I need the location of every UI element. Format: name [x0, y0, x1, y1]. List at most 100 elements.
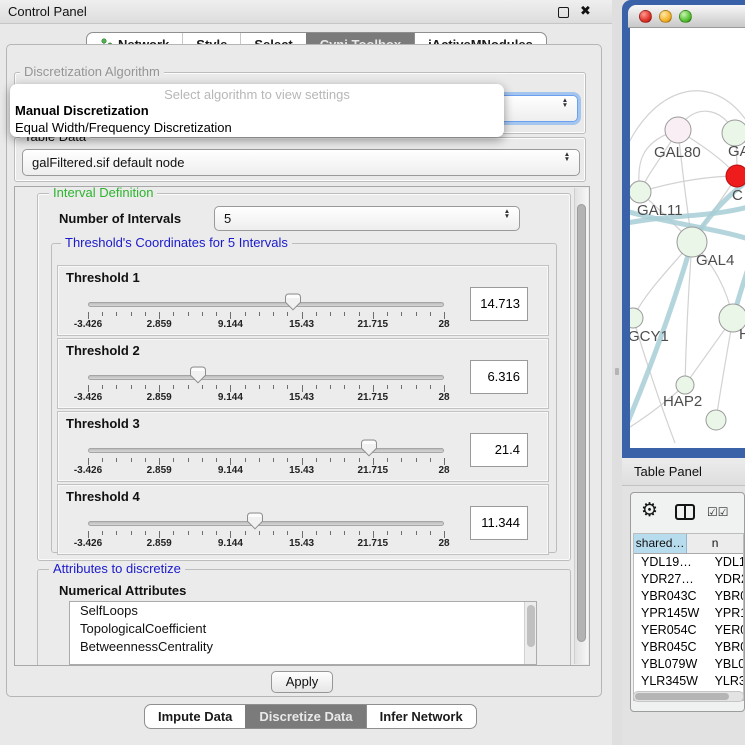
- node-gal11[interactable]: [630, 181, 651, 203]
- column-header-name[interactable]: n: [687, 534, 743, 553]
- table-row[interactable]: YBR045CYBR0: [634, 639, 743, 656]
- slider-tick: [88, 385, 89, 392]
- threshold-value-field[interactable]: 14.713: [470, 287, 528, 321]
- slider-tick: [145, 458, 146, 462]
- slider-tick: [245, 458, 246, 462]
- slider-tick: [344, 531, 345, 535]
- table-row[interactable]: YPR145WYPR1: [634, 605, 743, 622]
- slider-track[interactable]: [88, 448, 444, 453]
- slider-tick: [344, 385, 345, 389]
- dropdown-hint: Select algorithm to view settings: [10, 87, 504, 102]
- table-row[interactable]: YBR043CYBR0: [634, 588, 743, 605]
- settings-vertical-scrollbar[interactable]: [574, 188, 588, 664]
- slider-track[interactable]: [88, 302, 444, 307]
- zoom-traffic-light-icon[interactable]: [679, 10, 692, 23]
- slider-tick: [216, 385, 217, 389]
- table-data-combobox[interactable]: galFiltered.sif default node ▲▼: [22, 149, 580, 176]
- attributes-scrollbar[interactable]: [524, 602, 536, 664]
- network-canvas[interactable]: GAL80GACGAL11GAL4GCY1HHAP2: [630, 28, 745, 448]
- tab-impute-data[interactable]: Impute Data: [145, 705, 245, 728]
- column-header-shared-name[interactable]: shared…: [634, 534, 687, 553]
- table-row[interactable]: YLR345WYLR3: [634, 673, 743, 690]
- slider-tick: [188, 458, 189, 462]
- slider-tick: [202, 385, 203, 389]
- table-row[interactable]: YER054CYER0: [634, 622, 743, 639]
- slider-track[interactable]: [88, 375, 444, 380]
- slider-tick: [387, 312, 388, 316]
- threshold-value-field[interactable]: 6.316: [470, 360, 528, 394]
- cell-name: YLR3: [710, 673, 743, 690]
- slider-tick: [287, 312, 288, 316]
- tab-infer-network[interactable]: Infer Network: [366, 705, 476, 728]
- gear-icon[interactable]: ⚙: [641, 499, 658, 522]
- attribute-item-betweennesscentrality[interactable]: BetweennessCentrality: [70, 638, 536, 656]
- number-of-intervals-combobox[interactable]: 5 ▲▼: [214, 206, 520, 231]
- slider-tick-label: 28: [438, 319, 449, 330]
- float-window-icon[interactable]: [558, 7, 569, 18]
- attribute-item-topologicalcoefficient[interactable]: TopologicalCoefficient: [70, 620, 536, 638]
- table-panel-title: Table Panel: [634, 464, 702, 479]
- table-panel: ⚙ ☑☑ shared… n YDL19…YDL1YDR27…YDR2YBR04…: [630, 492, 745, 712]
- split-columns-icon[interactable]: [675, 504, 695, 520]
- slider-tick: [444, 385, 445, 392]
- slider-thumb[interactable]: [247, 512, 263, 530]
- threshold-panel-2: Threshold 2-3.4262.8599.14415.4321.71528…: [57, 338, 549, 409]
- slider-tick: [202, 312, 203, 316]
- numerical-attributes-list[interactable]: SelfLoopsTopologicalCoefficientBetweenne…: [69, 601, 537, 665]
- close-traffic-light-icon[interactable]: [639, 10, 652, 23]
- slider-tick: [188, 385, 189, 389]
- node-bottom[interactable]: [706, 410, 726, 430]
- node-hap2[interactable]: [676, 376, 694, 394]
- dropdown-option-equal-width-frequency-discretization[interactable]: Equal Width/Frequency Discretization: [15, 120, 232, 135]
- slider-tick: [330, 312, 331, 316]
- tab-discretize-data[interactable]: Discretize Data: [245, 705, 365, 728]
- slider-tick: [302, 312, 303, 319]
- slider-tick: [430, 385, 431, 389]
- node-gcy1[interactable]: [630, 308, 643, 328]
- slider-tick-label: 15.43: [289, 538, 314, 549]
- panel-divider[interactable]: [612, 0, 622, 745]
- cell-name: YER0: [710, 622, 743, 639]
- interval-definition-title: Interval Definition: [49, 186, 157, 200]
- table-panel-header: Table Panel: [622, 458, 745, 486]
- node-label-gal80: GAL80: [654, 144, 701, 161]
- table-row[interactable]: YBL079WYBL0: [634, 656, 743, 673]
- apply-button[interactable]: Apply: [271, 671, 333, 693]
- slider-tick-label: 28: [438, 465, 449, 476]
- slider-tick: [88, 531, 89, 538]
- select-columns-checkboxes-icon[interactable]: ☑☑: [707, 505, 729, 519]
- discretization-algorithm-title: Discretization Algorithm: [20, 65, 164, 79]
- threshold-value-field[interactable]: 21.4: [470, 433, 528, 467]
- close-icon[interactable]: ✖: [580, 3, 591, 19]
- cell-name: YBR0: [710, 639, 743, 656]
- minimize-traffic-light-icon[interactable]: [659, 10, 672, 23]
- cell-name: YDL1: [710, 554, 743, 571]
- dropdown-option-manual-discretization[interactable]: Manual Discretization: [15, 103, 149, 118]
- slider-thumb[interactable]: [285, 293, 301, 311]
- slider-tick-label: 15.43: [289, 319, 314, 330]
- slider-tick: [131, 312, 132, 316]
- slider-track[interactable]: [88, 521, 444, 526]
- attribute-item-selfloops[interactable]: SelfLoops: [70, 602, 536, 620]
- slider-tick: [159, 312, 160, 319]
- table-row[interactable]: YDL19…YDL1: [634, 554, 743, 571]
- node-table[interactable]: shared… n YDL19…YDL1YDR27…YDR2YBR043CYBR…: [633, 533, 744, 701]
- threshold-value-field[interactable]: 11.344: [470, 506, 528, 540]
- slider-tick: [316, 531, 317, 535]
- node-red[interactable]: [726, 165, 745, 187]
- node-label-gcy1: GCY1: [630, 328, 669, 345]
- combo-spinner-icon: ▲▼: [501, 209, 513, 219]
- table-row[interactable]: YDR27…YDR2: [634, 571, 743, 588]
- number-of-intervals-value: 5: [224, 211, 231, 226]
- slider-thumb[interactable]: [361, 439, 377, 457]
- threshold-panel-4: Threshold 4-3.4262.8599.14415.4321.71528…: [57, 484, 549, 555]
- table-horizontal-scrollbar[interactable]: [633, 691, 744, 702]
- slider-tick-label: 9.144: [218, 392, 243, 403]
- cell-shared-name: YDL19…: [634, 554, 710, 571]
- slider-tick: [230, 531, 231, 538]
- node-label-c: C: [732, 187, 743, 204]
- node-gal80[interactable]: [665, 117, 691, 143]
- cell-name: YDR2: [710, 571, 743, 588]
- slider-thumb[interactable]: [190, 366, 206, 384]
- numerical-attributes-label: Numerical Attributes: [59, 583, 186, 598]
